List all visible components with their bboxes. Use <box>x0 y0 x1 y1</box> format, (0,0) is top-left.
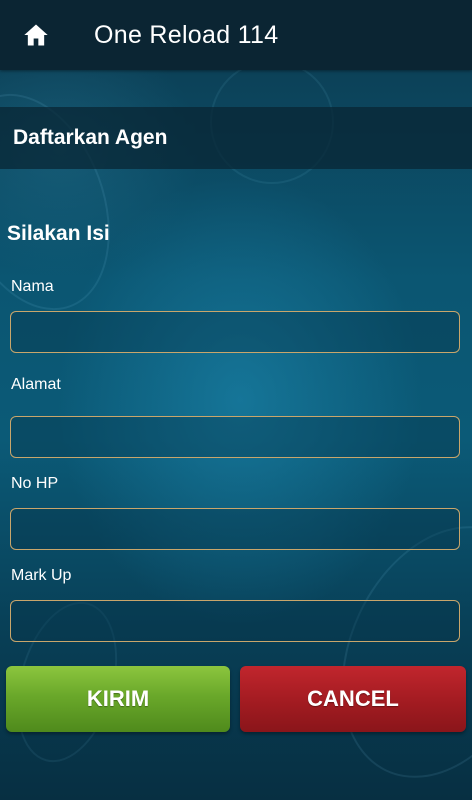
section-title: Daftarkan Agen <box>13 126 168 149</box>
phone-input[interactable] <box>10 508 460 550</box>
name-input[interactable] <box>10 311 460 353</box>
markup-label: Mark Up <box>11 567 72 584</box>
form-heading: Silakan Isi <box>7 222 110 245</box>
app-title: One Reload 114 <box>94 20 279 49</box>
markup-input[interactable] <box>10 600 460 642</box>
address-input[interactable] <box>10 416 460 458</box>
name-label: Nama <box>11 278 54 295</box>
cancel-button[interactable]: CANCEL <box>240 666 466 732</box>
top-app-bar: One Reload 114 <box>0 0 472 70</box>
phone-label: No HP <box>11 475 59 492</box>
home-icon <box>24 24 48 46</box>
address-label: Alamat <box>11 376 61 393</box>
section-header: Daftarkan Agen <box>0 107 472 169</box>
submit-button[interactable]: KIRIM <box>6 666 230 732</box>
app-screen: One Reload 114 Daftarkan Agen Silakan Is… <box>0 0 472 800</box>
home-button[interactable] <box>0 0 72 70</box>
